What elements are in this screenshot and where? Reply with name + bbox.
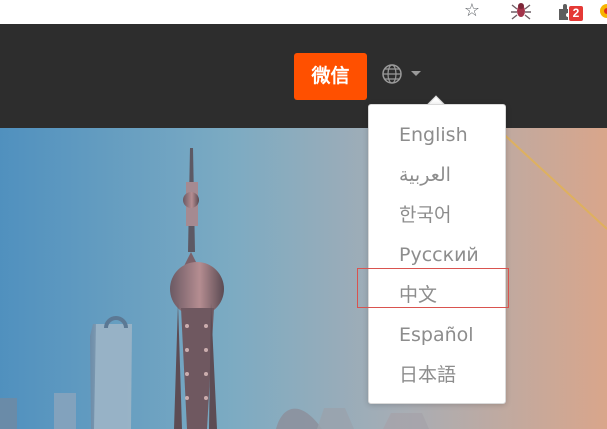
language-dropdown-menu: English العربية 한국어 Русский 中文 Español 日…	[368, 104, 506, 404]
language-option-japanese[interactable]: 日本語	[399, 361, 499, 389]
browser-toolbar: ☆ 2	[0, 0, 607, 25]
language-option-arabic[interactable]: العربية	[399, 161, 499, 189]
caret-down-icon	[411, 71, 421, 76]
language-option-chinese[interactable]: 中文	[399, 281, 499, 309]
language-option-korean[interactable]: 한국어	[399, 201, 499, 229]
site-header: 微信	[0, 24, 607, 128]
language-option-russian[interactable]: Русский	[399, 241, 499, 269]
extension-badge: 2	[569, 6, 583, 21]
globe-icon	[382, 64, 402, 84]
language-option-spanish[interactable]: Español	[399, 321, 499, 349]
page-root: ☆ 2 微信 English العربية 한국어 Русский 中文 Es…	[0, 0, 607, 429]
yellow-extension-icon[interactable]	[593, 0, 607, 22]
wechat-button[interactable]: 微信	[294, 53, 367, 100]
city-skyline-hero	[0, 128, 607, 429]
spider-extension-icon[interactable]	[509, 0, 533, 22]
language-selector[interactable]	[381, 62, 427, 86]
skyline-image	[0, 128, 607, 429]
language-option-english[interactable]: English	[399, 121, 499, 149]
star-icon[interactable]: ☆	[458, 0, 486, 22]
